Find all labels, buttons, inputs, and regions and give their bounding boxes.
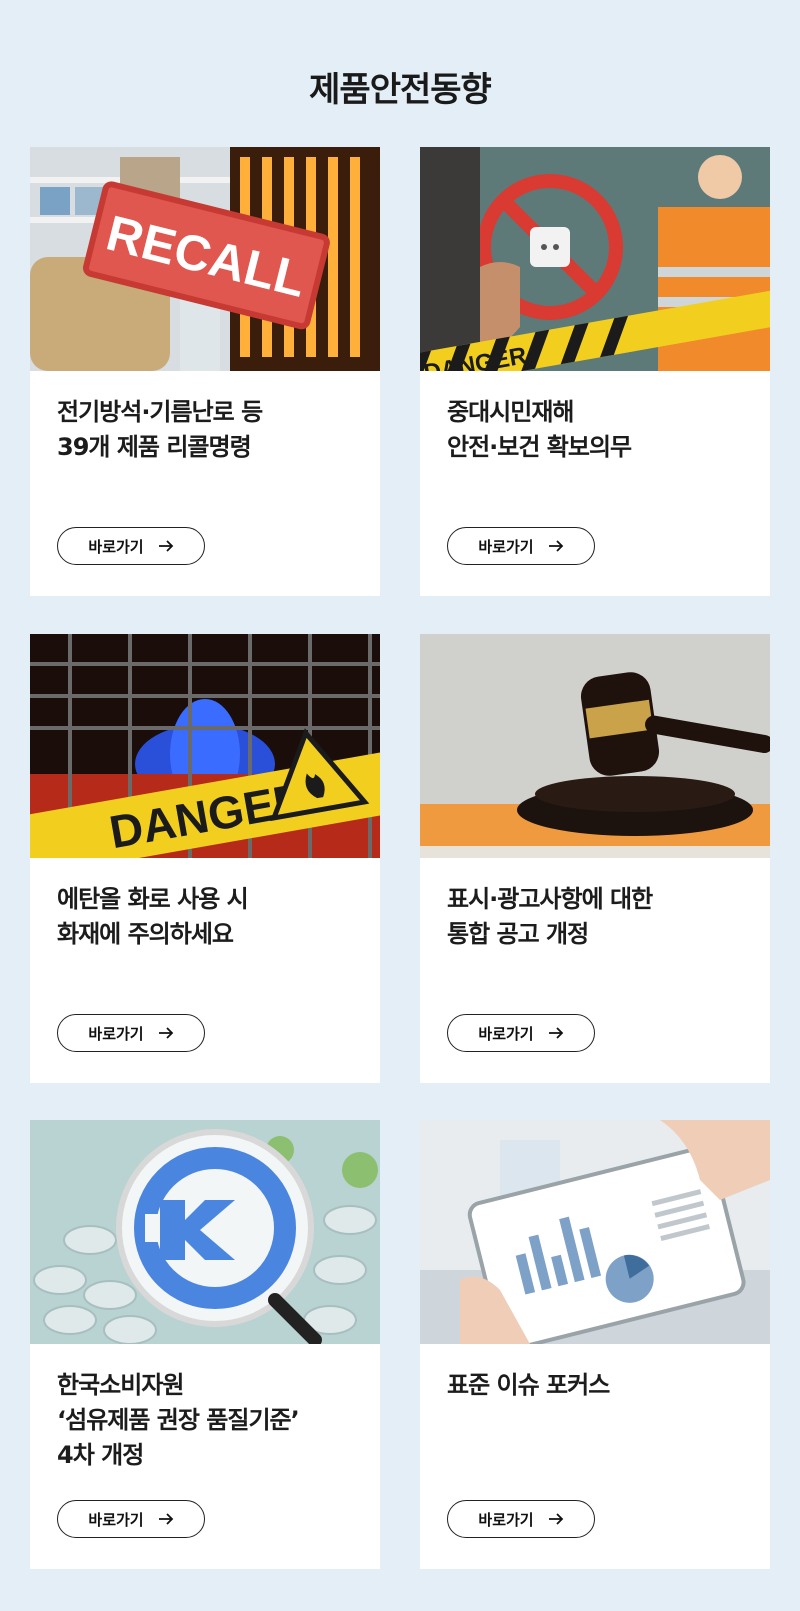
go-button[interactable]: 바로가기 <box>57 1014 205 1052</box>
go-button[interactable]: 바로가기 <box>447 1500 595 1538</box>
news-card-standard-focus[interactable]: 표준 이슈 포커스 바로가기 <box>420 1120 770 1569</box>
go-button-label: 바로가기 <box>478 1024 534 1043</box>
go-button[interactable]: 바로가기 <box>57 527 205 565</box>
arrow-right-icon <box>158 1027 173 1039</box>
card-title: 표준 이슈 포커스 <box>447 1371 610 1399</box>
card-thumbnail-recall: RECALL <box>30 147 380 371</box>
card-thumbnail-danger-outlet: DANGER <box>420 147 770 371</box>
arrow-right-icon <box>548 1027 563 1039</box>
card-title: 중대시민재해 안전·보건 확보의무 <box>447 398 632 461</box>
card-title: 한국소비자원 ‘섬유제품 권장 품질기준’ 4차 개정 <box>57 1371 300 1469</box>
page-title: 제품안전동향 <box>309 70 492 110</box>
go-button[interactable]: 바로가기 <box>447 527 595 565</box>
go-button[interactable]: 바로가기 <box>57 1500 205 1538</box>
card-thumbnail-tablet-chart <box>420 1120 770 1344</box>
go-button-label: 바로가기 <box>88 1510 144 1529</box>
card-thumbnail-gavel <box>420 634 770 858</box>
arrow-right-icon <box>548 540 563 552</box>
news-card-textile-standard[interactable]: 한국소비자원 ‘섬유제품 권장 품질기준’ 4차 개정 바로가기 <box>30 1120 380 1569</box>
go-button[interactable]: 바로가기 <box>447 1014 595 1052</box>
news-card-ethanol-fire[interactable]: DANGER 에탄올 화로 사용 시 화재에 주의하세요 바로가기 <box>30 634 380 1083</box>
arrow-right-icon <box>158 540 173 552</box>
news-card-recall[interactable]: RECALL 전기방석·기름난로 등 39개 제품 리콜명령 바로가기 <box>30 147 380 596</box>
arrow-right-icon <box>548 1513 563 1525</box>
go-button-label: 바로가기 <box>88 537 144 556</box>
card-title: 에탄올 화로 사용 시 화재에 주의하세요 <box>57 885 249 948</box>
go-button-label: 바로가기 <box>478 1510 534 1529</box>
card-thumbnail-danger-fire: DANGER <box>30 634 380 858</box>
arrow-right-icon <box>158 1513 173 1525</box>
news-card-civil-disaster[interactable]: DANGER 중대시민재해 안전·보건 확보의무 바로가기 <box>420 147 770 596</box>
card-title: 표시·광고사항에 대한 통합 공고 개정 <box>447 885 653 948</box>
card-thumbnail-kg-logo <box>30 1120 380 1344</box>
product-safety-section: 제품안전동향 RECALL 전기방석·기름난로 등 39개 제품 리콜명령 바로… <box>0 0 800 1611</box>
go-button-label: 바로가기 <box>478 537 534 556</box>
news-card-advertising-notice[interactable]: 표시·광고사항에 대한 통합 공고 개정 바로가기 <box>420 634 770 1083</box>
go-button-label: 바로가기 <box>88 1024 144 1043</box>
card-title: 전기방석·기름난로 등 39개 제품 리콜명령 <box>57 398 263 461</box>
